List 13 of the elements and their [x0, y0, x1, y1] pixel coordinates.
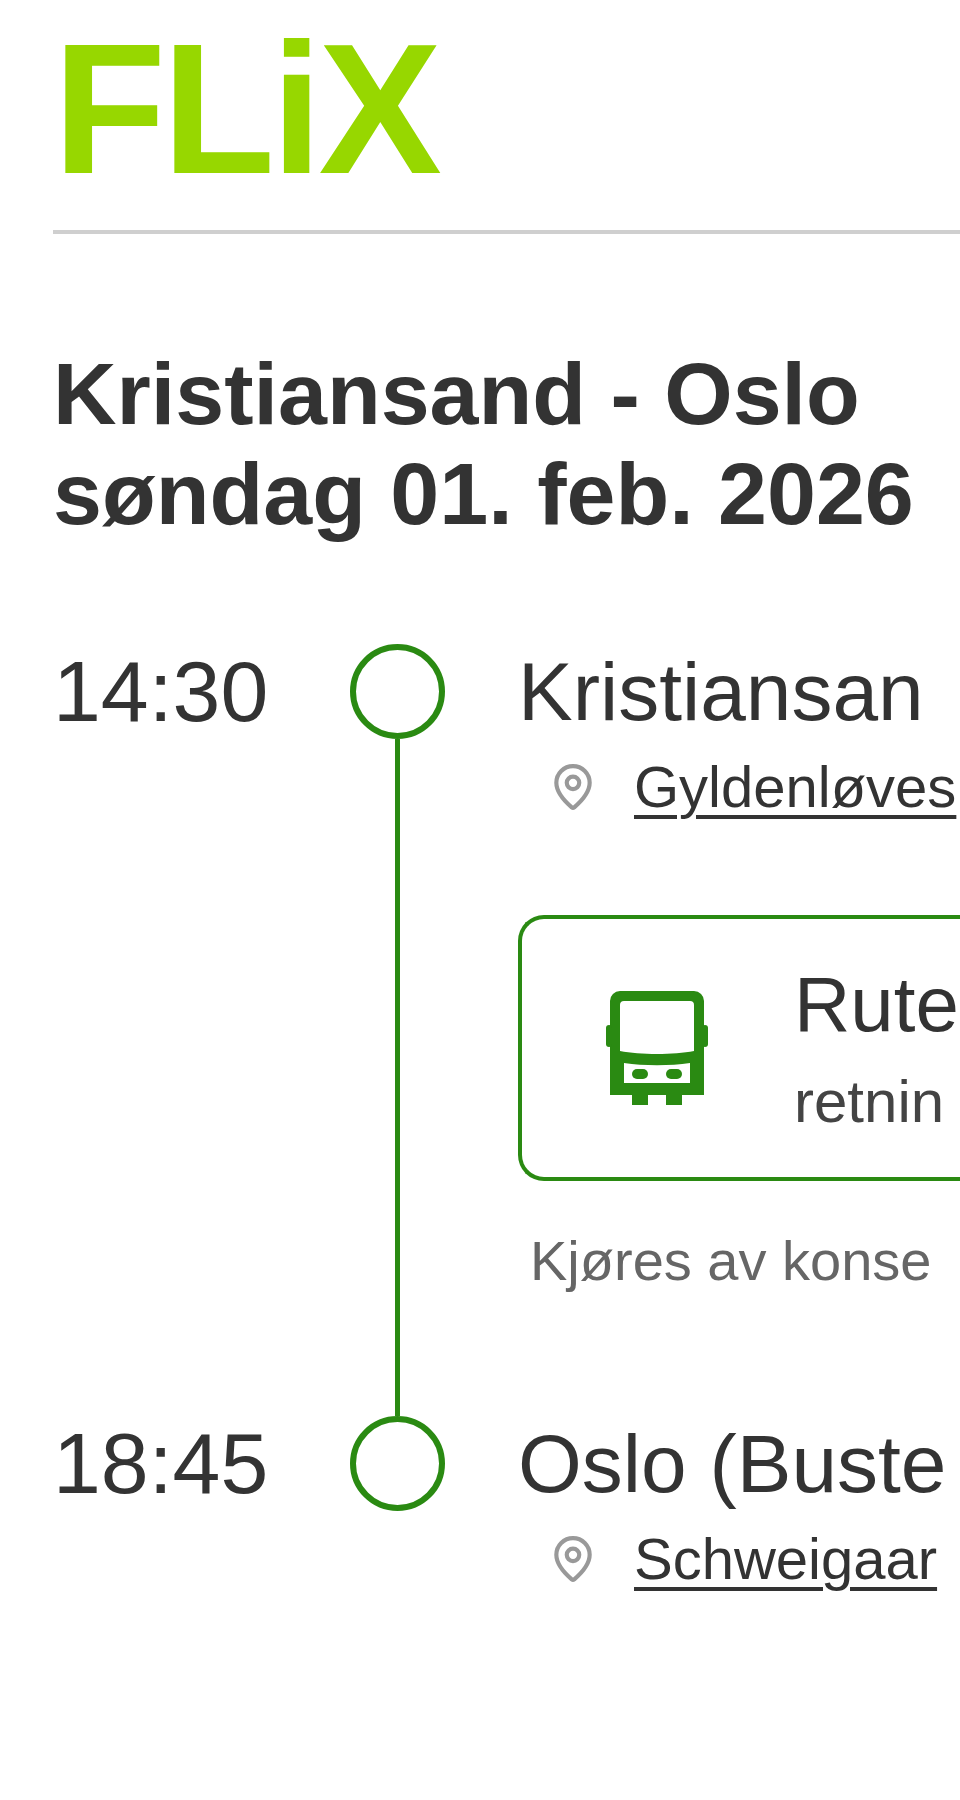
logo: FLiX: [53, 17, 438, 202]
address-link[interactable]: Gyldenløves: [634, 752, 957, 822]
bus-icon: [606, 991, 708, 1105]
address-link[interactable]: Schweigaar: [634, 1524, 938, 1594]
departure-time: 18:45: [53, 1416, 269, 1511]
operator-note: Kjøres av konse: [530, 1228, 932, 1294]
route-title: Kristiansand - Oslo: [53, 344, 860, 444]
departure-time: 14:30: [53, 644, 269, 739]
service-direction: retnin: [794, 1067, 946, 1137]
trip-date: søndag 01. feb. 2026: [53, 444, 914, 544]
station-name: Oslo (Buste: [518, 1417, 947, 1511]
station-name: Kristiansan: [518, 645, 924, 739]
service-title: Rute: [794, 959, 959, 1049]
